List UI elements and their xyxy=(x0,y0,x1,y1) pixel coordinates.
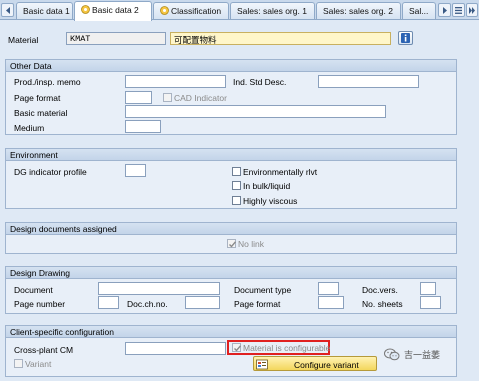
checkmark-icon xyxy=(234,345,242,352)
tab-basic-data-1[interactable]: Basic data 1 xyxy=(16,2,73,19)
cross-plant-cm-label: Cross-plant CM xyxy=(14,345,74,355)
document-label: Document xyxy=(14,285,53,295)
page-format-label: Page format xyxy=(14,93,61,103)
chevron-right-icon xyxy=(442,7,447,14)
highly-viscous-label: Highly viscous xyxy=(243,196,298,206)
tab-strip: Basic data 1 Basic data 2 Classification… xyxy=(0,0,479,21)
tab-list-menu-button[interactable] xyxy=(452,3,465,17)
tab-scroll-right-button[interactable] xyxy=(438,3,451,17)
tab-basic-data-2[interactable]: Basic data 2 xyxy=(74,1,152,21)
page-number-field[interactable] xyxy=(98,296,119,309)
tab-sales-org-2[interactable]: Sales: sales org. 2 xyxy=(316,2,401,19)
configure-variant-button[interactable]: Configure variant xyxy=(253,356,377,371)
no-link-checkbox xyxy=(227,239,237,248)
material-description-field[interactable]: 可配置物料 xyxy=(170,32,391,45)
page-format-field[interactable] xyxy=(125,91,152,104)
design-page-format-label: Page format xyxy=(234,299,281,309)
cad-indicator-label: CAD Indicator xyxy=(174,93,227,103)
variant-label: Variant xyxy=(25,359,52,369)
cross-plant-cm-field[interactable] xyxy=(125,342,226,355)
additional-info-button[interactable] xyxy=(398,31,413,45)
info-icon xyxy=(401,33,410,43)
page-number-label: Page number xyxy=(14,299,66,309)
tab-page-icon xyxy=(160,6,169,15)
tab-content-basic-data-2: Material KMAT 可配置物料 Other Data Prod./ins… xyxy=(0,20,479,381)
document-type-field[interactable] xyxy=(318,282,339,295)
ind-std-desc-field[interactable] xyxy=(318,75,419,88)
design-page-format-field[interactable] xyxy=(318,296,344,309)
design-documents-title: Design documents assigned xyxy=(6,223,456,235)
environmentally-relevant-label: Environmentally rlvt xyxy=(243,167,318,177)
tab-label: Classification xyxy=(171,6,222,16)
tab-classification[interactable]: Classification xyxy=(153,2,229,19)
doc-ch-no-label: Doc.ch.no. xyxy=(127,299,168,309)
dg-indicator-profile-label: DG indicator profile xyxy=(14,167,87,177)
in-bulk-liquid-checkbox[interactable] xyxy=(232,181,241,190)
medium-label: Medium xyxy=(14,123,45,133)
tab-label: Sal... xyxy=(409,6,429,16)
tab-list-icon xyxy=(455,7,462,14)
other-data-group: Other Data xyxy=(5,59,457,135)
no-link-label: No link xyxy=(238,239,264,249)
material-number-field: KMAT xyxy=(66,32,166,45)
chevron-left-icon xyxy=(5,7,10,14)
in-bulk-liquid-label: In bulk/liquid xyxy=(243,181,291,191)
watermark: 吉一益萎 xyxy=(384,348,440,361)
design-documents-group: Design documents assigned xyxy=(5,222,457,254)
tab-sales-org-1[interactable]: Sales: sales org. 1 xyxy=(230,2,315,19)
medium-field[interactable] xyxy=(125,120,161,133)
design-drawing-title: Design Drawing xyxy=(6,267,456,279)
environmentally-relevant-checkbox[interactable] xyxy=(232,167,241,176)
material-configurable-checkbox xyxy=(232,343,242,352)
prod-insp-memo-label: Prod./insp. memo xyxy=(14,77,81,87)
tab-page-icon xyxy=(81,5,90,14)
tab-label: Basic data 1 xyxy=(23,6,70,16)
ind-std-desc-label: Ind. Std Desc. xyxy=(233,77,287,87)
checkmark-icon xyxy=(229,241,237,248)
environment-title: Environment xyxy=(6,149,456,161)
basic-material-label: Basic material xyxy=(14,108,68,118)
dg-indicator-profile-field[interactable] xyxy=(125,164,146,177)
environment-group: Environment xyxy=(5,148,457,209)
wechat-logo-icon xyxy=(384,348,400,361)
highly-viscous-checkbox[interactable] xyxy=(232,196,241,205)
cad-indicator-checkbox xyxy=(163,93,172,102)
document-field[interactable] xyxy=(98,282,220,295)
watermark-text: 吉一益萎 xyxy=(404,350,441,360)
no-sheets-field[interactable] xyxy=(420,296,441,309)
tab-sales-more[interactable]: Sal... xyxy=(402,2,436,19)
document-type-label: Document type xyxy=(234,285,292,295)
other-data-title: Other Data xyxy=(6,60,456,72)
tab-label: Sales: sales org. 2 xyxy=(323,6,393,16)
configure-variant-label: Configure variant xyxy=(294,360,359,370)
doc-ch-no-field[interactable] xyxy=(185,296,220,309)
tab-scroll-left-button[interactable] xyxy=(1,3,14,17)
variant-checkbox xyxy=(14,359,23,368)
prod-insp-memo-field[interactable] xyxy=(125,75,226,88)
basic-material-field[interactable] xyxy=(125,105,386,118)
material-configurable-label: Material is configurable xyxy=(243,343,331,353)
material-label: Material xyxy=(8,35,39,45)
doc-vers-field[interactable] xyxy=(420,282,436,295)
chevron-double-right-icon xyxy=(469,7,475,14)
tab-scroll-end-button[interactable] xyxy=(466,3,478,17)
tab-label: Sales: sales org. 1 xyxy=(237,6,307,16)
no-sheets-label: No. sheets xyxy=(362,299,403,309)
doc-vers-label: Doc.vers. xyxy=(362,285,398,295)
configure-icon xyxy=(256,359,268,370)
client-config-title: Client-specific configuration xyxy=(6,326,456,338)
tab-label: Basic data 2 xyxy=(92,5,139,15)
